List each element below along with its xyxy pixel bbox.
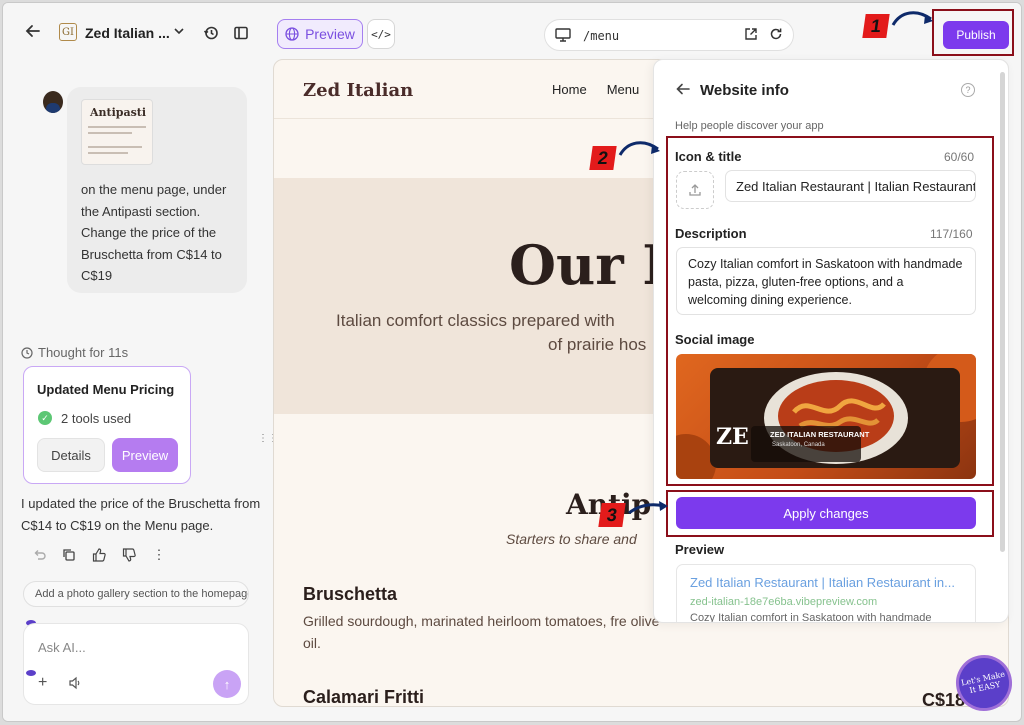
thumbnail-line [88,126,146,128]
user-avatar [43,91,63,113]
assistant-reply: I updated the price of the Bruschetta fr… [21,496,261,533]
more-icon[interactable]: ⋮ [151,547,167,563]
annotation-box-apply [666,490,994,537]
annotation-box-publish [932,9,1014,56]
back-arrow-icon[interactable] [23,21,43,41]
panel-scrollbar[interactable] [1000,72,1005,552]
annotation-arrow-icon [618,141,660,156]
send-button[interactable]: ↑ [213,670,241,698]
sidebar-toggle-icon[interactable] [231,23,251,43]
step-marker-3: 3 [598,503,626,527]
preview-toggle-label: Preview [305,26,355,42]
plus-icon[interactable]: + [38,674,47,692]
preview-section-label: Preview [675,542,725,557]
app-name[interactable]: Zed Italian ... [85,25,170,41]
thumbnail-title: Antipasti [90,106,147,119]
history-icon[interactable] [201,23,221,43]
menu-item-name: Calamari Fritti [303,687,425,707]
ask-ai-placeholder: Ask AI... [38,640,86,655]
undo-icon[interactable] [31,547,47,563]
external-link-icon[interactable] [744,27,760,43]
thought-label: Thought for 11s [38,345,129,360]
thumbnail-line [88,152,128,154]
section-subtitle: Starters to share and [506,531,637,547]
site-nav: Home Menu [552,82,639,97]
preview-button[interactable]: Preview [112,438,178,472]
suggestion-chip[interactable]: Add a photo gallery section to the homep… [23,581,249,607]
chat-panel: Antipasti on the menu page, under the An… [3,55,278,721]
code-view-button[interactable]: </> [367,19,395,49]
drag-handle-icon[interactable]: ⋮⋮ [258,433,278,447]
attached-image-thumbnail[interactable]: Antipasti [81,99,153,165]
tools-used-count: 2 tools used [61,411,132,426]
tool-summary-card: Updated Menu Pricing ✓ 2 tools used Deta… [23,366,191,484]
desktop-monitor-icon[interactable] [555,28,571,42]
annotation-box-form [666,136,994,486]
app-logo-icon: GI [59,23,77,41]
refresh-icon[interactable] [769,27,785,43]
ask-ai-input[interactable]: Ask AI... + ↑ [23,623,249,705]
help-icon[interactable]: ? [961,83,975,97]
globe-icon [285,27,299,41]
step-marker-1: 1 [862,14,890,38]
preview-description: Cozy Italian comfort in Saskatoon with h… [690,612,932,623]
site-logo[interactable]: Zed Italian [303,80,413,101]
thumbnail-line [88,132,132,134]
preview-toggle-button[interactable]: Preview [277,19,363,49]
annotation-arrow-icon [891,11,933,26]
details-button[interactable]: Details [37,438,105,472]
user-message-text: on the menu page, under the Antipasti se… [81,182,227,283]
speaker-icon[interactable] [68,676,82,690]
hero-subtitle-line1: Italian comfort classics prepared with [336,311,615,330]
url-path[interactable]: /menu [583,29,619,43]
thumbs-up-icon[interactable] [91,547,107,563]
decorative-dot [26,670,36,676]
panel-subtitle: Help people discover your app [675,120,824,132]
panel-back-arrow-icon[interactable] [676,82,690,96]
hero-subtitle-line2: of prairie hos [548,335,647,354]
nav-home[interactable]: Home [552,82,587,97]
step-marker-2: 2 [589,146,617,170]
chevron-down-icon[interactable] [171,23,187,39]
clock-icon [21,346,33,359]
check-icon: ✓ [38,411,52,425]
nav-menu[interactable]: Menu [607,82,640,97]
thumbnail-line [88,146,142,148]
thought-status[interactable]: Thought for 11s [21,345,128,360]
thumbs-down-icon[interactable] [121,547,137,563]
annotation-arrow-icon [628,501,668,515]
preview-title[interactable]: Zed Italian Restaurant | Italian Restaur… [690,575,955,590]
menu-item-description: Grilled sourdough, marinated heirloom to… [303,613,660,651]
copy-icon[interactable] [61,547,77,563]
panel-title: Website info [700,82,789,99]
tool-card-title: Updated Menu Pricing [37,382,175,397]
url-bar[interactable]: /menu [544,19,794,51]
message-actions: ⋮ [31,547,167,563]
app-window: GI Zed Italian ... Preview </> /menu Pub… [2,2,1022,722]
preview-url: zed-italian-18e7e6ba.vibepreview.com [690,596,878,608]
menu-item-name: Bruschetta [303,584,398,604]
user-message-bubble: Antipasti on the menu page, under the An… [67,87,247,293]
search-preview-card: Zed Italian Restaurant | Italian Restaur… [676,564,976,623]
